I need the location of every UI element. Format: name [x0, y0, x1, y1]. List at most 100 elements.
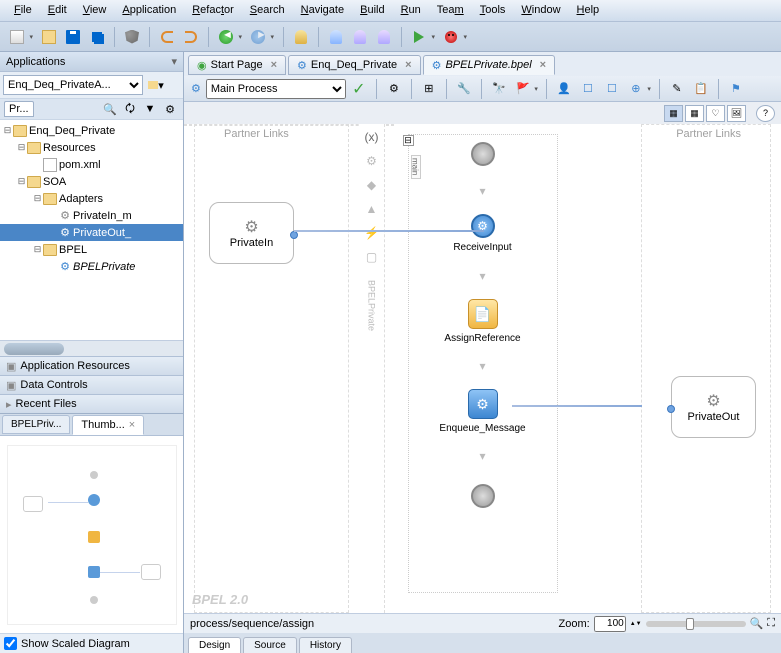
back-button[interactable]: ◄ — [215, 26, 237, 48]
tab-bpelprivate[interactable]: ⚙BPELPrivate.bpel× — [423, 55, 556, 75]
menu-file[interactable]: File — [6, 2, 40, 19]
tree-bpelfile[interactable]: ⚙BPELPrivate — [0, 258, 183, 275]
show-scaled-checkbox[interactable] — [4, 637, 17, 650]
palette-square-icon[interactable]: ▢ — [363, 248, 381, 266]
palette-var-icon[interactable]: (x) — [363, 128, 381, 146]
receive-node[interactable]: ⚙ReceiveInput — [423, 214, 543, 253]
accord-data[interactable]: ▣Data Controls — [0, 375, 183, 394]
zoom-spinner[interactable]: ▲▼ — [630, 621, 642, 627]
partnerlink-out[interactable]: ⚙PrivateOut — [671, 376, 756, 438]
enqueue-node[interactable]: ⚙Enqueue_Message — [423, 389, 543, 434]
tree-hscroll[interactable] — [0, 340, 183, 356]
mode2-button[interactable]: ▦ — [685, 105, 704, 122]
palette-bolt-icon[interactable]: ⚡ — [363, 224, 381, 242]
accord-appres[interactable]: ▣Application Resources — [0, 356, 183, 375]
new-button[interactable] — [6, 26, 28, 48]
tool8-button[interactable]: ✎ — [666, 78, 688, 100]
assign-node[interactable]: 📄AssignReference — [423, 299, 543, 344]
open-button[interactable] — [38, 26, 60, 48]
accord-recent[interactable]: ▸Recent Files — [0, 394, 183, 413]
tree-root[interactable]: ⊟Enq_Deq_Private — [0, 122, 183, 139]
tree-privout[interactable]: ⚙PrivateOut_ — [0, 224, 183, 241]
tool6-button[interactable]: ☐ — [601, 78, 623, 100]
tree-bpel[interactable]: ⊟BPEL — [0, 241, 183, 258]
bottab-design[interactable]: Design — [188, 637, 241, 653]
run-button[interactable] — [408, 26, 430, 48]
debug-button[interactable] — [440, 26, 462, 48]
thumbnail-view[interactable] — [0, 436, 183, 633]
tool7-button[interactable]: ⊕ — [625, 78, 647, 100]
redo-button[interactable] — [180, 26, 202, 48]
tree-adapters[interactable]: ⊟Adapters — [0, 190, 183, 207]
tool1-button[interactable]: ⚙ — [383, 78, 405, 100]
application-selector[interactable]: Enq_Deq_PrivateA... — [3, 75, 143, 95]
mode4-button[interactable]: 🖼 — [727, 105, 746, 122]
binoculars-button[interactable]: 🔭 — [488, 78, 510, 100]
tool3-button[interactable]: 🔧 — [453, 78, 475, 100]
app-actions-button[interactable]: ▾ — [147, 76, 165, 94]
bottab-source[interactable]: Source — [243, 637, 297, 653]
tab-startpage[interactable]: ◉Start Page× — [188, 55, 286, 75]
menu-refactor[interactable]: Refactor — [184, 2, 242, 19]
close-icon[interactable]: × — [405, 59, 411, 71]
thumb-tab-overview[interactable]: BPELPriv... — [2, 415, 70, 434]
tool10-button[interactable]: ⚑ — [725, 78, 747, 100]
help-button[interactable]: ? — [756, 105, 775, 122]
menu-search[interactable]: Search — [242, 2, 293, 19]
palette-bell-icon[interactable]: ◆ — [363, 176, 381, 194]
palette-gear-icon[interactable]: ⚙ — [363, 152, 381, 170]
close-icon[interactable]: × — [540, 59, 546, 71]
tree-pom[interactable]: pom.xml — [0, 156, 183, 173]
end-node[interactable] — [423, 484, 543, 508]
menu-navigate[interactable]: Navigate — [293, 2, 352, 19]
save-all-button[interactable] — [86, 26, 108, 48]
menu-window[interactable]: Window — [513, 2, 568, 19]
options-button[interactable]: ⚙ — [161, 100, 179, 118]
process-selector[interactable]: Main Process — [206, 79, 346, 99]
tree-privin[interactable]: ⚙PrivateIn_m — [0, 207, 183, 224]
menu-view[interactable]: View — [75, 2, 115, 19]
panel-menu-icon[interactable]: ▾ — [171, 55, 177, 68]
tool5-button[interactable]: ☐ — [577, 78, 599, 100]
db4-button[interactable] — [373, 26, 395, 48]
zoom-fit-button[interactable]: 🔍 — [750, 617, 764, 630]
menu-edit[interactable]: Edit — [40, 2, 75, 19]
start-node[interactable] — [423, 142, 543, 166]
undo-button[interactable] — [156, 26, 178, 48]
menu-application[interactable]: Application — [114, 2, 184, 19]
db3-button[interactable] — [349, 26, 371, 48]
menu-tools[interactable]: Tools — [472, 2, 514, 19]
db1-button[interactable] — [290, 26, 312, 48]
menu-build[interactable]: Build — [352, 2, 392, 19]
bottab-history[interactable]: History — [299, 637, 352, 653]
menu-help[interactable]: Help — [569, 2, 608, 19]
collapse-toggle[interactable]: ⊟ — [403, 135, 414, 146]
mode3-button[interactable]: ♡ — [706, 105, 725, 122]
zoom-input[interactable] — [594, 616, 626, 632]
refresh-button[interactable]: 🗘 — [121, 100, 139, 118]
shield-button[interactable] — [121, 26, 143, 48]
zoom-slider[interactable] — [646, 621, 746, 627]
validate-button[interactable]: ✓ — [348, 78, 370, 100]
close-icon[interactable]: × — [271, 59, 277, 71]
tool4-button[interactable]: 👤 — [553, 78, 575, 100]
mode1-button[interactable]: ▦ — [664, 105, 683, 122]
search-button[interactable]: 🔍 — [101, 100, 119, 118]
palette-tri-icon[interactable]: ▲ — [363, 200, 381, 218]
partnerlink-in[interactable]: ⚙PrivateIn — [209, 202, 294, 264]
flag-button[interactable]: 🚩 — [512, 78, 534, 100]
bpel-canvas[interactable]: Partner Links Partner Links (x) ⚙ ◆ ▲ ⚡ … — [184, 124, 781, 613]
filter-button[interactable]: ▼ — [141, 100, 159, 118]
menu-team[interactable]: Team — [429, 2, 472, 19]
tool9-button[interactable]: 📋 — [690, 78, 712, 100]
tree-soa[interactable]: ⊟SOA — [0, 173, 183, 190]
db2-button[interactable] — [325, 26, 347, 48]
zoom-full-button[interactable]: ⛶ — [767, 617, 775, 630]
projects-tab[interactable]: Pr... — [4, 101, 34, 117]
save-button[interactable] — [62, 26, 84, 48]
thumb-tab-thumbnail[interactable]: Thumb...× — [72, 415, 144, 435]
tree-resources[interactable]: ⊟Resources — [0, 139, 183, 156]
menu-run[interactable]: Run — [393, 2, 429, 19]
forward-button[interactable]: ► — [247, 26, 269, 48]
tab-enqdeq[interactable]: ⚙Enq_Deq_Private× — [288, 55, 421, 75]
